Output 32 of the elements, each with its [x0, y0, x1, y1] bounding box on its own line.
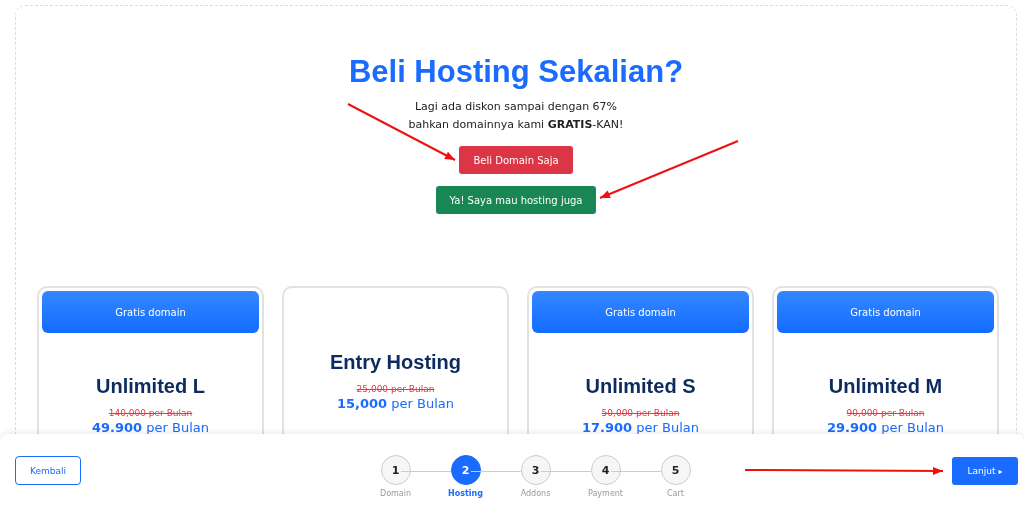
plan-name: Unlimited M — [828, 374, 943, 399]
step-circle[interactable]: 5 — [660, 455, 691, 485]
back-button[interactable]: Kembali — [15, 456, 81, 485]
step-circle[interactable]: 1 — [380, 455, 411, 485]
plan-name: Unlimited S — [585, 374, 696, 399]
step-label: Cart — [667, 489, 684, 498]
old-price: 90,000 per Bulan — [846, 407, 925, 419]
domain-only-button[interactable]: Beli Domain Saja — [459, 146, 573, 174]
page-heading: Beli Hosting Sekalian? — [348, 53, 684, 91]
plan-price: 29.900 per Bulan — [827, 419, 944, 437]
old-price: 25,000 per Bulan — [356, 383, 435, 395]
step-label: Hosting — [448, 489, 483, 498]
step-circle[interactable]: 3 — [520, 455, 551, 485]
plan-price: 49.900 per Bulan — [92, 419, 209, 437]
plan-name: Entry Hosting — [329, 350, 462, 375]
plan-badge: Gratis domain — [532, 291, 749, 333]
old-price: 50,000 per Bulan — [601, 407, 680, 419]
step-circle[interactable]: 4 — [590, 455, 621, 485]
plan-name: Unlimited L — [96, 374, 205, 399]
step-circle[interactable]: 2 — [450, 455, 481, 485]
subtitle-text: Lagi ada diskon sampai dengan 67% — [413, 99, 619, 115]
step-label: Domain — [379, 489, 411, 498]
add-hosting-button[interactable]: Ya! Saya mau hosting juga — [435, 186, 597, 214]
subtitle-text: bahkan domainnya kami GRATIS-KAN! — [408, 117, 624, 133]
step-label: Payment — [588, 489, 623, 498]
step-label: Addons — [520, 489, 551, 498]
plan-badge: Gratis domain — [42, 291, 259, 333]
next-button[interactable]: Lanjut ▸ — [952, 456, 1018, 485]
plan-price: 15,000 per Bulan — [337, 395, 454, 413]
plan-badge: Gratis domain — [777, 291, 994, 333]
plan-price: 17.900 per Bulan — [582, 419, 699, 437]
old-price: 140,000 per Bulan — [108, 407, 193, 419]
